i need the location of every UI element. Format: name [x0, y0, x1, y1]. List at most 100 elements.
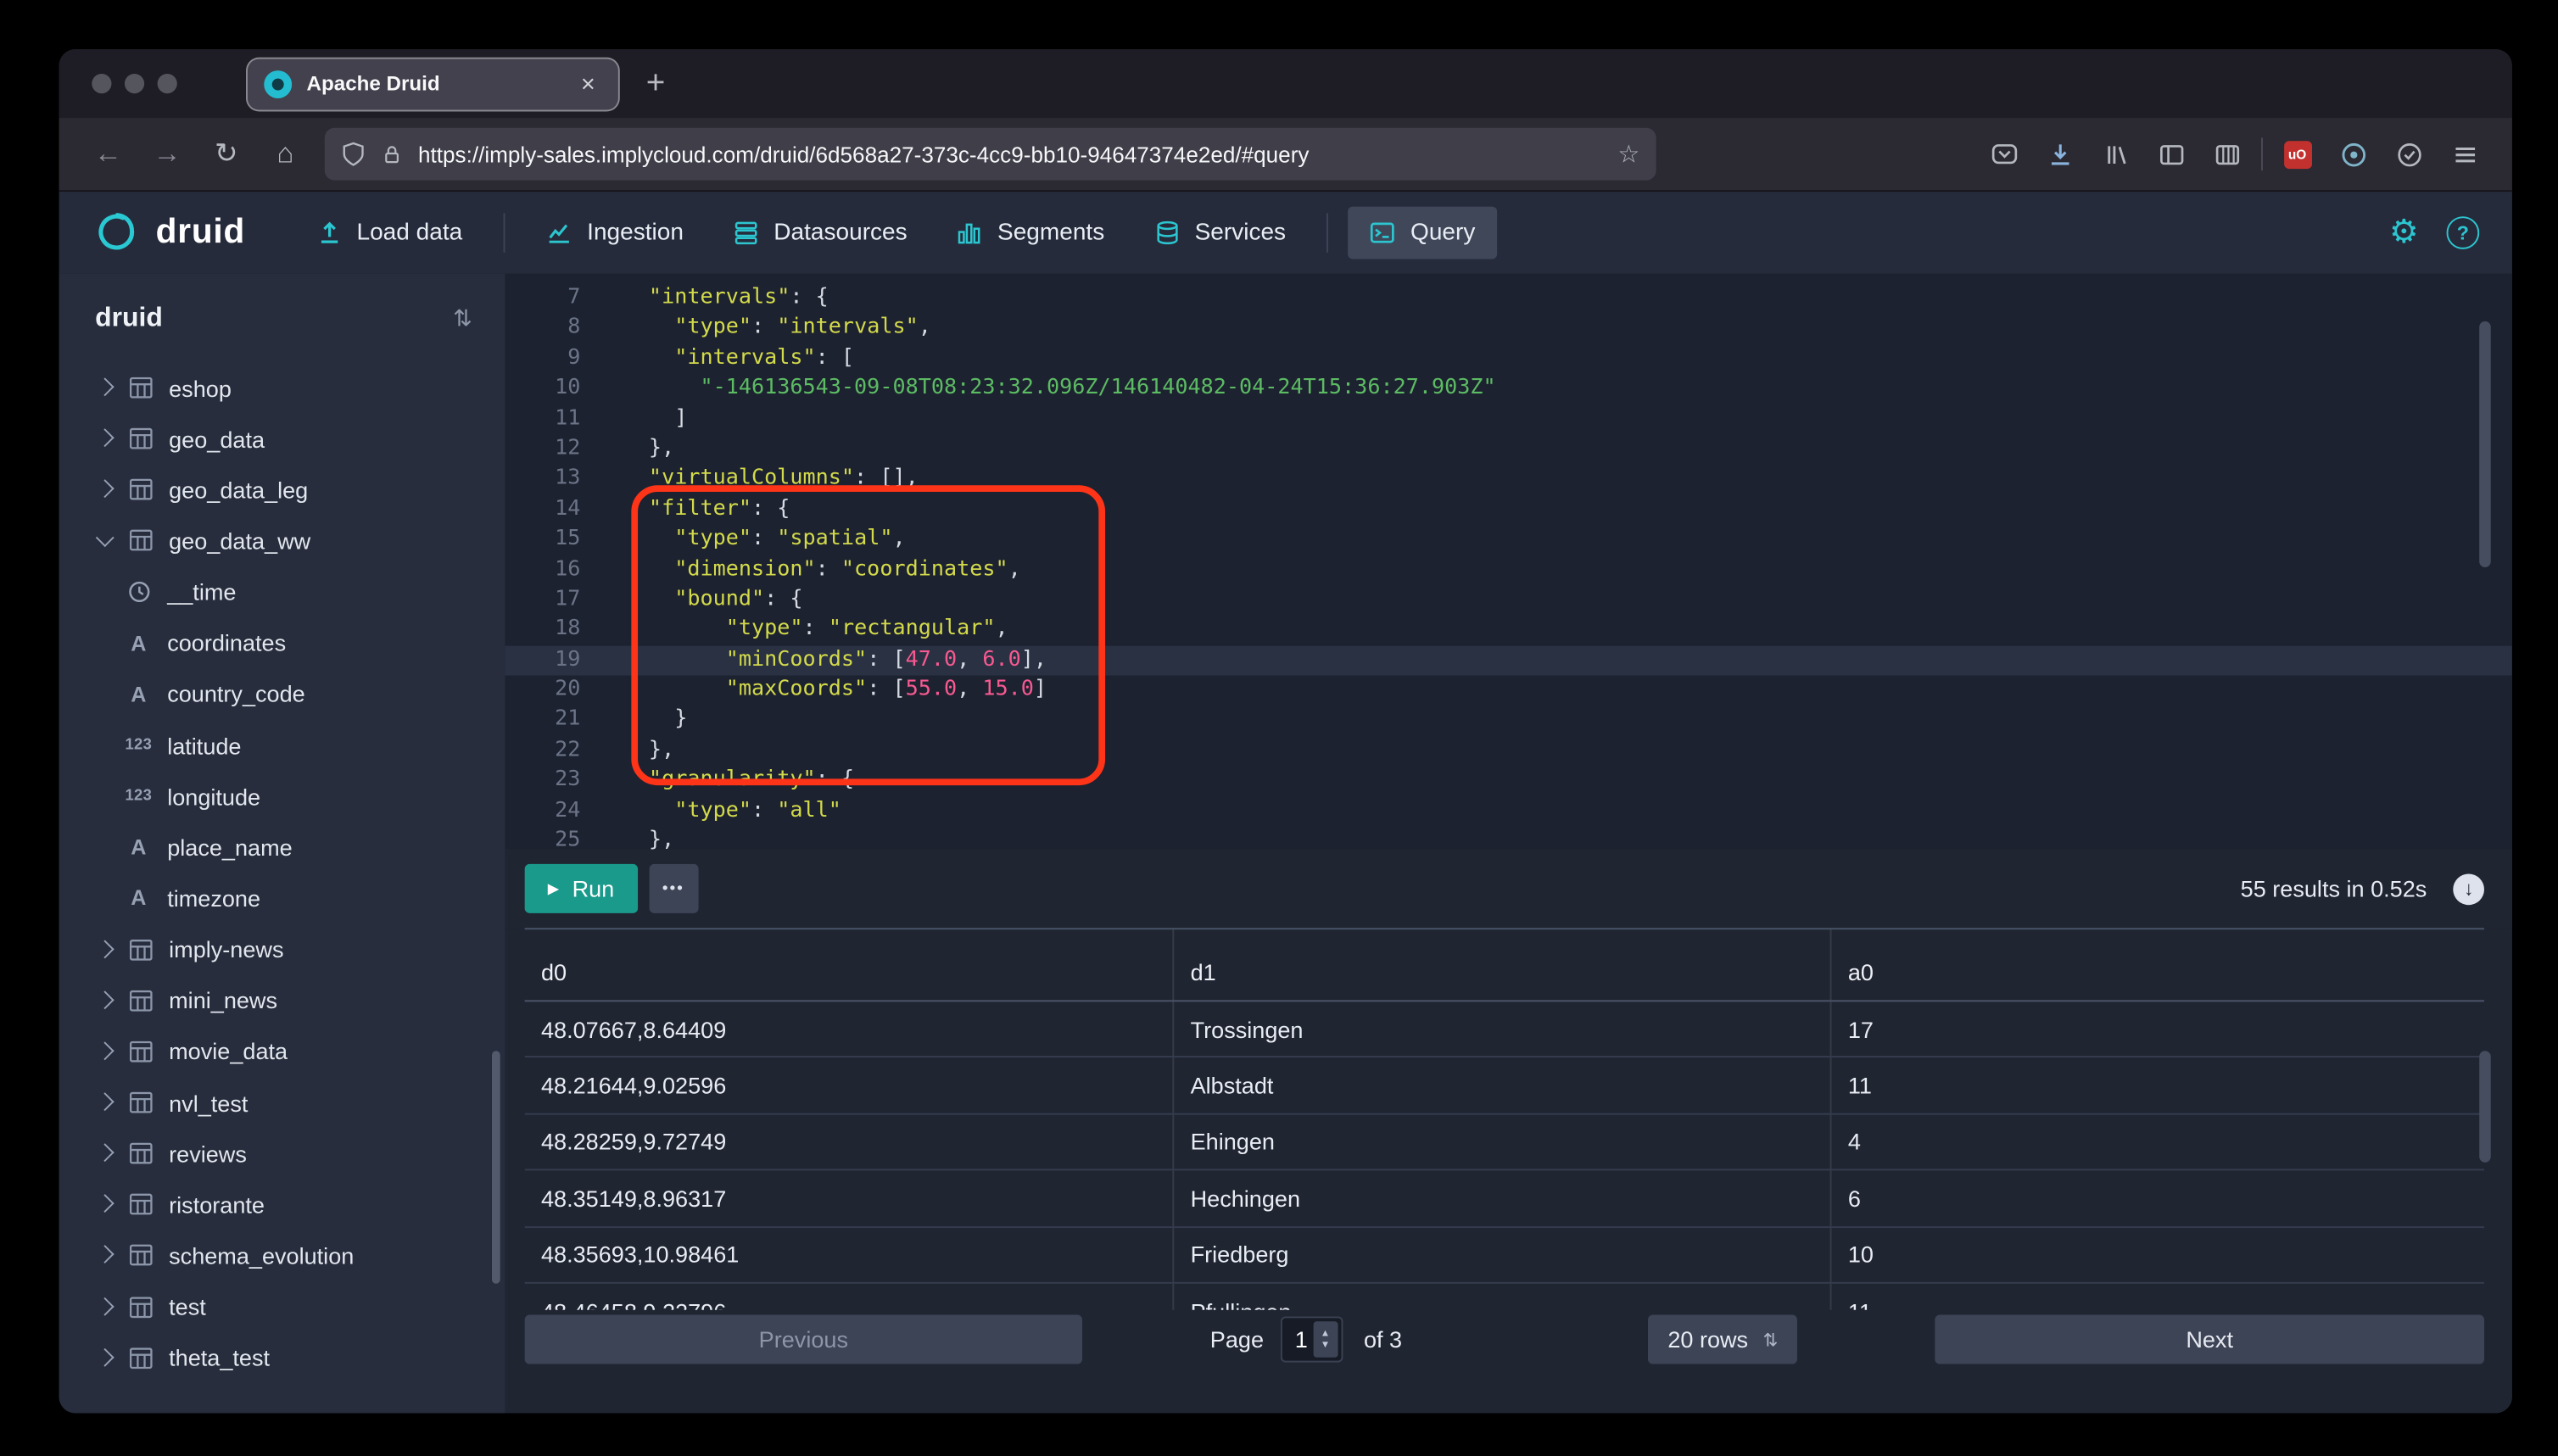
- code-line-14[interactable]: 14 "filter": {: [505, 494, 2511, 525]
- back-icon[interactable]: ←: [79, 130, 138, 179]
- nav-segments[interactable]: Segments: [936, 207, 1126, 259]
- sidebar-item-mini_news[interactable]: mini_news: [59, 975, 505, 1026]
- table-cell[interactable]: 6: [1830, 1171, 2484, 1226]
- column-header-d0[interactable]: d0: [525, 929, 1173, 1000]
- chevron-right-icon[interactable]: [96, 480, 114, 499]
- rows-per-page-select[interactable]: 20 rows ⇅: [1648, 1315, 1797, 1364]
- address-bar[interactable]: https://imply-sales.implycloud.com/druid…: [325, 128, 1656, 181]
- table-cell[interactable]: Hechingen: [1172, 1171, 1829, 1226]
- code-line-18[interactable]: 18 "type": "rectangular",: [505, 616, 2511, 646]
- code-line-9[interactable]: 9 "intervals": [: [505, 344, 2511, 375]
- table-cell[interactable]: Trossingen: [1172, 1001, 1829, 1057]
- table-row[interactable]: 48.35149,8.96317Hechingen6: [525, 1171, 2484, 1227]
- table-cell[interactable]: 48.35693,10.98461: [525, 1227, 1173, 1282]
- forward-icon[interactable]: →: [137, 130, 197, 179]
- chevron-right-icon[interactable]: [96, 1297, 114, 1315]
- editor-scrollbar[interactable]: [2479, 321, 2491, 567]
- run-button[interactable]: ▶ Run: [525, 864, 638, 913]
- druid-logo[interactable]: druid: [92, 211, 245, 254]
- table-cell[interactable]: Friedberg: [1172, 1227, 1829, 1282]
- sidebar-item-schema_evolution[interactable]: schema_evolution: [59, 1230, 505, 1281]
- table-cell[interactable]: 11: [1830, 1058, 2484, 1113]
- home-icon[interactable]: ⌂: [256, 130, 316, 179]
- query-editor[interactable]: 7 "intervals": {8 "type": "intervals",9 …: [505, 274, 2511, 850]
- nav-load-data[interactable]: Load data: [294, 207, 483, 259]
- code-line-20[interactable]: 20 "maxCoords": [55.0, 15.0]: [505, 676, 2511, 706]
- sidebar-column-longitude[interactable]: 123longitude: [59, 771, 505, 822]
- chevron-right-icon[interactable]: [96, 1092, 114, 1111]
- extension-icon[interactable]: [2325, 130, 2381, 179]
- code-line-17[interactable]: 17 "bound": {: [505, 585, 2511, 616]
- column-header-a0[interactable]: a0: [1830, 929, 2484, 1000]
- more-options-button[interactable]: •••: [649, 864, 698, 913]
- nav-services[interactable]: Services: [1132, 207, 1307, 259]
- verified-check-icon[interactable]: [2381, 130, 2437, 179]
- code-line-24[interactable]: 24 "type": "all": [505, 796, 2511, 827]
- close-tab-icon[interactable]: ×: [574, 68, 601, 99]
- sidebar-item-movie_data[interactable]: movie_data: [59, 1026, 505, 1077]
- sidebar-item-ristorante[interactable]: ristorante: [59, 1180, 505, 1230]
- sidebar-toggle-icon[interactable]: [2143, 130, 2199, 179]
- table-cell[interactable]: 17: [1830, 1001, 2484, 1057]
- sidebar-column-country_code[interactable]: Acountry_code: [59, 668, 505, 719]
- sidebar-column-timezone[interactable]: Atimezone: [59, 873, 505, 923]
- chevron-down-icon[interactable]: [96, 529, 114, 548]
- table-cell[interactable]: 48.35149,8.96317: [525, 1171, 1173, 1226]
- nav-ingestion[interactable]: Ingestion: [525, 207, 705, 259]
- code-line-10[interactable]: 10 "-146136543-09-08T08:23:32.096Z/14614…: [505, 374, 2511, 404]
- table-row[interactable]: 48.35693,10.98461Friedberg10: [525, 1227, 2484, 1283]
- zoom-window-button[interactable]: [158, 74, 177, 93]
- chevron-right-icon[interactable]: [96, 1347, 114, 1366]
- url-text[interactable]: https://imply-sales.implycloud.com/druid…: [418, 142, 1603, 166]
- table-row[interactable]: 48.28259,9.72749Ehingen4: [525, 1114, 2484, 1170]
- table-cell[interactable]: 4: [1830, 1114, 2484, 1169]
- minimize-window-button[interactable]: [125, 74, 144, 93]
- code-line-16[interactable]: 16 "dimension": "coordinates",: [505, 555, 2511, 585]
- code-line-11[interactable]: 11 ]: [505, 404, 2511, 435]
- code-line-23[interactable]: 23 "granularity": {: [505, 766, 2511, 796]
- lock-icon[interactable]: [381, 142, 404, 166]
- chevron-right-icon[interactable]: [96, 990, 114, 1009]
- column-header-d1[interactable]: d1: [1172, 929, 1829, 1000]
- chevron-right-icon[interactable]: [96, 940, 114, 958]
- code-line-12[interactable]: 12 },: [505, 434, 2511, 465]
- pocket-icon[interactable]: [1976, 130, 2032, 179]
- sidebar-item-theta_test[interactable]: theta_test: [59, 1332, 505, 1383]
- sidebar-item-nvl_test[interactable]: nvl_test: [59, 1077, 505, 1128]
- chevron-right-icon[interactable]: [96, 429, 114, 448]
- code-line-13[interactable]: 13 "virtualColumns": [],: [505, 465, 2511, 495]
- ublock-icon[interactable]: uO: [2270, 130, 2326, 179]
- sidebar-header[interactable]: druid ⇅: [59, 274, 505, 362]
- code-line-25[interactable]: 25 },: [505, 826, 2511, 849]
- sidebar-scrollbar[interactable]: [492, 1051, 500, 1284]
- sidebar-item-eshop[interactable]: eshop: [59, 362, 505, 413]
- sort-icon[interactable]: ⇅: [453, 304, 472, 332]
- next-page-button[interactable]: Next: [1935, 1315, 2484, 1364]
- chevron-right-icon[interactable]: [96, 1144, 114, 1163]
- table-cell[interactable]: 48.07667,8.64409: [525, 1001, 1173, 1057]
- table-cell[interactable]: 10: [1830, 1227, 2484, 1282]
- table-row[interactable]: 48.46458,9.22796Pfullingen11: [525, 1284, 2484, 1310]
- table-cell[interactable]: 11: [1830, 1284, 2484, 1310]
- code-line-21[interactable]: 21 }: [505, 706, 2511, 736]
- library-icon[interactable]: [2087, 130, 2143, 179]
- chevron-right-icon[interactable]: [96, 1195, 114, 1213]
- sidebar-item-geo_data_leg[interactable]: geo_data_leg: [59, 465, 505, 516]
- sidebar-item-test[interactable]: test: [59, 1281, 505, 1332]
- toolbox-icon[interactable]: [2199, 130, 2255, 179]
- nav-datasources[interactable]: Datasources: [712, 207, 929, 259]
- results-scrollbar[interactable]: [2479, 1051, 2491, 1162]
- chevron-right-icon[interactable]: [96, 377, 114, 396]
- close-window-button[interactable]: [92, 74, 111, 93]
- bookmark-star-icon[interactable]: ☆: [1617, 130, 1639, 179]
- code-line-8[interactable]: 8 "type": "intervals",: [505, 314, 2511, 344]
- browser-tab[interactable]: Apache Druid ×: [246, 57, 620, 111]
- table-cell[interactable]: Pfullingen: [1172, 1284, 1829, 1310]
- code-line-15[interactable]: 15 "type": "spatial",: [505, 525, 2511, 555]
- sidebar-item-geo_data_ww[interactable]: geo_data_ww: [59, 516, 505, 566]
- sidebar-item-geo_data[interactable]: geo_data: [59, 413, 505, 464]
- spinner-down-icon[interactable]: ▼: [1321, 1340, 1331, 1350]
- download-results-icon[interactable]: ↓: [2453, 873, 2484, 904]
- sidebar-column-place_name[interactable]: Aplace_name: [59, 822, 505, 873]
- code-line-19[interactable]: 19 "minCoords": [47.0, 6.0],: [505, 645, 2511, 676]
